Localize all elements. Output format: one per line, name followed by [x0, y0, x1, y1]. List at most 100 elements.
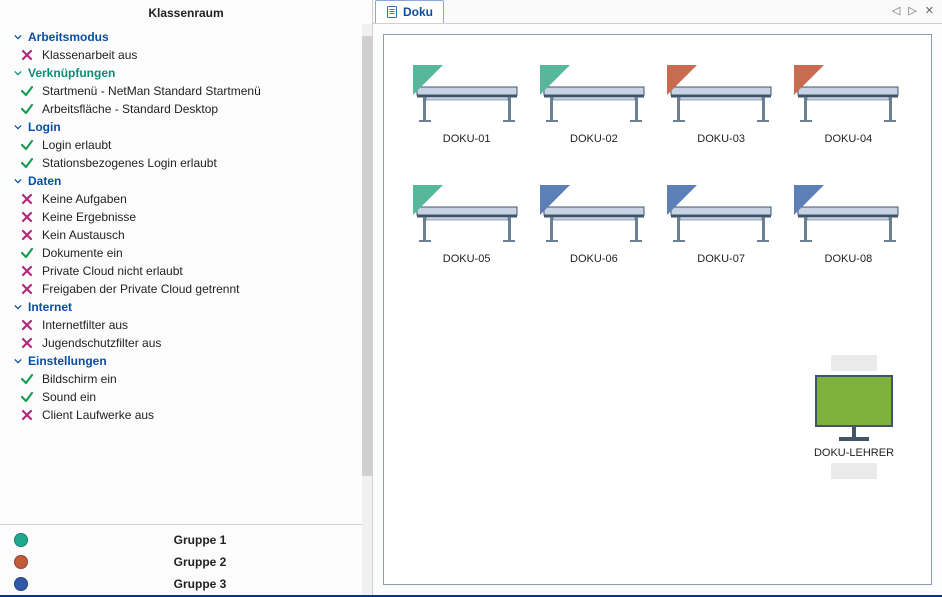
setting-item[interactable]: Freigaben der Private Cloud getrennt — [14, 280, 372, 298]
group-legend: Gruppe 1 Gruppe 2 Gruppe 3 — [0, 524, 372, 595]
tab-doku[interactable]: Doku — [375, 0, 444, 23]
section-title: Daten — [28, 174, 61, 188]
group-label: Gruppe 3 — [28, 577, 372, 591]
station-label: DOKU-01 — [443, 133, 491, 145]
group-row[interactable]: Gruppe 1 — [0, 529, 372, 551]
tab-prev-icon[interactable]: ◁ — [892, 6, 900, 17]
cross-icon — [20, 408, 34, 422]
section-header[interactable]: Internet — [14, 298, 372, 316]
group-triangle-icon — [540, 65, 570, 95]
group-row[interactable]: Gruppe 2 — [0, 551, 372, 573]
group-color-swatch — [14, 555, 28, 569]
setting-item[interactable]: Keine Aufgaben — [14, 190, 372, 208]
tab-next-icon[interactable]: ▷ — [908, 6, 916, 17]
app-root: Klassenraum Arbeitsmodus Klassenarbeit au… — [0, 0, 942, 597]
caret-down-icon — [14, 303, 22, 311]
group-color-swatch — [14, 577, 28, 591]
tab-label: Doku — [403, 5, 433, 19]
setting-label: Jugendschutzfilter aus — [42, 336, 161, 350]
scrollbar-thumb[interactable] — [362, 36, 372, 476]
station[interactable]: DOKU-08 — [794, 185, 902, 265]
setting-item[interactable]: Klassenarbeit aus — [14, 46, 372, 64]
station-label: DOKU-02 — [570, 133, 618, 145]
setting-item[interactable]: Startmenü - NetMan Standard Startmenü — [14, 82, 372, 100]
setting-label: Keine Ergebnisse — [42, 210, 136, 224]
section-header[interactable]: Daten — [14, 172, 372, 190]
setting-item[interactable]: Arbeitsfläche - Standard Desktop — [14, 100, 372, 118]
station-label: DOKU-04 — [825, 133, 873, 145]
check-icon — [20, 156, 34, 170]
teacher-top-bar — [831, 355, 877, 371]
check-icon — [20, 372, 34, 386]
monitor-stand — [852, 427, 856, 437]
setting-label: Dokumente ein — [42, 246, 123, 260]
setting-item[interactable]: Kein Austausch — [14, 226, 372, 244]
group-row[interactable]: Gruppe 3 — [0, 573, 372, 595]
station-label: DOKU-06 — [570, 253, 618, 265]
section-header[interactable]: Login — [14, 118, 372, 136]
teacher-bottom-bar — [831, 463, 877, 479]
setting-label: Arbeitsfläche - Standard Desktop — [42, 102, 218, 116]
check-icon — [20, 102, 34, 116]
group-triangle-icon — [667, 65, 697, 95]
station-label: DOKU-05 — [443, 253, 491, 265]
cross-icon — [20, 264, 34, 278]
setting-item[interactable]: Stationsbezogenes Login erlaubt — [14, 154, 372, 172]
sidebar-scrollbar[interactable] — [362, 24, 372, 595]
teacher-station[interactable]: DOKU-LEHRER — [804, 355, 904, 479]
section-header[interactable]: Verknüpfungen — [14, 64, 372, 82]
station[interactable]: DOKU-07 — [667, 185, 775, 265]
station-grid: DOKU-01 DOKU-02 DOKU-03 DOKU-04 DOKU-05 DOKU-… — [408, 65, 907, 265]
setting-item[interactable]: Client Laufwerke aus — [14, 406, 372, 424]
station[interactable]: DOKU-04 — [794, 65, 902, 145]
station[interactable]: DOKU-05 — [413, 185, 521, 265]
station-label: DOKU-08 — [825, 253, 873, 265]
setting-label: Bildschirm ein — [42, 372, 117, 386]
station[interactable]: DOKU-03 — [667, 65, 775, 145]
cross-icon — [20, 192, 34, 206]
group-triangle-icon — [540, 185, 570, 215]
setting-item[interactable]: Internetfilter aus — [14, 316, 372, 334]
check-icon — [20, 138, 34, 152]
setting-item[interactable]: Login erlaubt — [14, 136, 372, 154]
section-title: Internet — [28, 300, 72, 314]
check-icon — [20, 246, 34, 260]
caret-down-icon — [14, 33, 22, 41]
caret-down-icon — [14, 123, 22, 131]
station-label: DOKU-03 — [697, 133, 745, 145]
group-triangle-icon — [667, 185, 697, 215]
sidebar-tree: Arbeitsmodus Klassenarbeit ausVerknüpfung… — [0, 28, 372, 524]
setting-item[interactable]: Jugendschutzfilter aus — [14, 334, 372, 352]
room-canvas[interactable]: DOKU-01 DOKU-02 DOKU-03 DOKU-04 DOKU-05 DOKU-… — [383, 34, 932, 585]
group-label: Gruppe 1 — [28, 533, 372, 547]
setting-item[interactable]: Private Cloud nicht erlaubt — [14, 262, 372, 280]
station[interactable]: DOKU-06 — [540, 185, 648, 265]
tab-bar: Doku ◁ ▷ ✕ — [373, 0, 942, 24]
setting-label: Startmenü - NetMan Standard Startmenü — [42, 84, 261, 98]
station[interactable]: DOKU-02 — [540, 65, 648, 145]
tab-nav: ◁ ▷ ✕ — [884, 0, 942, 23]
group-label: Gruppe 2 — [28, 555, 372, 569]
section-header[interactable]: Einstellungen — [14, 352, 372, 370]
group-color-swatch — [14, 533, 28, 547]
setting-label: Kein Austausch — [42, 228, 125, 242]
setting-label: Login erlaubt — [42, 138, 111, 152]
sidebar-title: Klassenraum — [0, 0, 372, 28]
group-triangle-icon — [413, 65, 443, 95]
station[interactable]: DOKU-01 — [413, 65, 521, 145]
setting-item[interactable]: Dokumente ein — [14, 244, 372, 262]
cross-icon — [20, 228, 34, 242]
check-icon — [20, 84, 34, 98]
sidebar: Klassenraum Arbeitsmodus Klassenarbeit au… — [0, 0, 372, 595]
cross-icon — [20, 48, 34, 62]
setting-item[interactable]: Sound ein — [14, 388, 372, 406]
section-title: Arbeitsmodus — [28, 30, 109, 44]
section-header[interactable]: Arbeitsmodus — [14, 28, 372, 46]
setting-item[interactable]: Keine Ergebnisse — [14, 208, 372, 226]
cross-icon — [20, 318, 34, 332]
monitor-icon — [815, 375, 893, 427]
tab-close-icon[interactable]: ✕ — [925, 6, 934, 17]
cross-icon — [20, 336, 34, 350]
teacher-label: DOKU-LEHRER — [814, 447, 894, 459]
setting-item[interactable]: Bildschirm ein — [14, 370, 372, 388]
